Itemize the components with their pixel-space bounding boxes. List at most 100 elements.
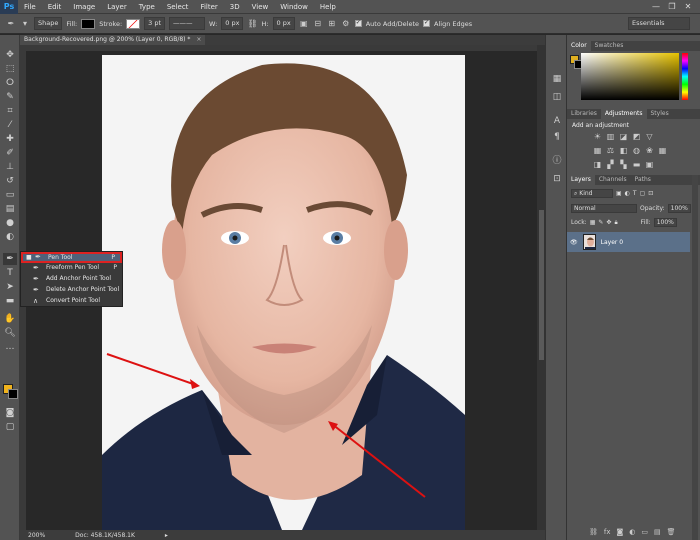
info-panel-icon[interactable]: ⓘ <box>551 155 563 167</box>
layer-style-icon[interactable]: fx <box>604 528 611 536</box>
tab-libraries[interactable]: Libraries <box>567 109 601 119</box>
arrow-jawline-left <box>106 353 197 386</box>
new-group-icon[interactable]: ▭ <box>641 528 648 536</box>
flyout-item-label: Pen Tool <box>48 254 73 261</box>
blend-mode-select[interactable]: Normal <box>571 204 637 213</box>
lock-row: Lock: ▦ ✎ ✥ 🔒︎ Fill: 100% <box>571 217 677 228</box>
levels-icon[interactable]: ▥ <box>606 132 615 141</box>
convert-point-icon: ∧ <box>33 297 39 305</box>
arrow-head-bottom <box>328 421 338 431</box>
flyout-item-label: Add Anchor Point Tool <box>46 275 112 282</box>
selective-color-icon[interactable]: ▣ <box>645 160 654 169</box>
filter-smart-icon[interactable]: ⊡ <box>648 190 653 197</box>
posterize-icon[interactable]: ▞ <box>606 160 615 169</box>
black-white-icon[interactable]: ◧ <box>619 146 628 155</box>
adjustments-title: Add an adjustment <box>572 122 630 129</box>
flyout-delete-anchor-tool[interactable]: ✒ Delete Anchor Point Tool <box>21 285 122 295</box>
add-mask-icon[interactable]: ◙ <box>617 528 624 536</box>
tab-swatches[interactable]: Swatches <box>591 41 628 51</box>
flyout-pen-tool[interactable]: ■ ✒ Pen Tool P <box>21 252 122 263</box>
opacity-label: Opacity: <box>640 205 665 212</box>
tab-paths[interactable]: Paths <box>631 175 655 185</box>
layer-kind-select[interactable]: ⌕ Kind <box>571 189 613 198</box>
flyout-item-label: Delete Anchor Point Tool <box>46 286 120 293</box>
flyout-add-anchor-tool[interactable]: ✒ Add Anchor Point Tool <box>21 274 122 284</box>
brightness-contrast-icon[interactable]: ☀ <box>593 132 602 141</box>
color-lookup-icon[interactable]: ▦ <box>658 146 667 155</box>
exposure-icon[interactable]: ◩ <box>632 132 641 141</box>
lock-move-icon[interactable]: ✥ <box>606 219 611 226</box>
adjustment-icons-row-2: ▦ ⚖ ◧ ◍ ❀ ▦ <box>593 146 667 155</box>
status-arrow-icon[interactable]: ▸ <box>165 532 168 539</box>
add-anchor-icon: ✒ <box>33 275 39 283</box>
status-bar: 200% Doc: 458.1K/458.1K ▸ <box>20 530 545 540</box>
navigator-panel-icon[interactable]: ⊡ <box>551 173 563 185</box>
tab-layers[interactable]: Layers <box>567 175 595 185</box>
filter-pixel-icon[interactable]: ▣ <box>616 190 622 197</box>
filter-adjust-icon[interactable]: ◐ <box>625 190 630 197</box>
curves-icon[interactable]: ◪ <box>619 132 628 141</box>
flyout-item-label: Convert Point Tool <box>46 297 101 304</box>
layer-filter-row: ⌕ Kind ▣ ◐ T ▢ ⊡ <box>571 188 653 199</box>
character-panel-icon[interactable]: A <box>551 115 563 127</box>
threshold-icon[interactable]: ▚ <box>619 160 628 169</box>
color-balance-icon[interactable]: ⚖ <box>606 146 615 155</box>
opacity-field[interactable]: 100% <box>667 204 691 213</box>
hue-saturation-icon[interactable]: ▦ <box>593 146 602 155</box>
new-adjustment-layer-icon[interactable]: ◐ <box>629 528 635 536</box>
properties-panel-icon[interactable]: ◫ <box>551 91 563 103</box>
layer-thumbnail <box>582 234 596 250</box>
kind-label: Kind <box>579 190 593 197</box>
freeform-pen-icon: ✒ <box>33 264 39 272</box>
pen-icon: ✒ <box>35 253 41 261</box>
zoom-level[interactable]: 200% <box>28 532 45 539</box>
filter-type-icon[interactable]: T <box>633 190 637 197</box>
channel-mixer-icon[interactable]: ❀ <box>645 146 654 155</box>
document-size: Doc: 458.1K/458.1K <box>75 531 135 539</box>
tab-styles[interactable]: Styles <box>647 109 673 119</box>
filter-shape-icon[interactable]: ▢ <box>640 190 646 197</box>
flyout-convert-point-tool[interactable]: ∧ Convert Point Tool <box>21 296 122 306</box>
tab-channels[interactable]: Channels <box>595 175 631 185</box>
lock-all-icon[interactable]: 🔒︎ <box>614 219 617 227</box>
scrollbar-thumb[interactable] <box>539 210 544 360</box>
collapsed-panels-strip: ▦ ◫ A ¶ ⓘ ⊡ <box>545 35 567 540</box>
lock-paint-icon[interactable]: ✎ <box>598 219 603 226</box>
photo-filter-icon[interactable]: ◍ <box>632 146 641 155</box>
eye-icon[interactable]: 👁︎ <box>570 239 578 246</box>
panels-scrollbar[interactable] <box>692 175 698 540</box>
right-panels: Color Swatches Libraries Adjustments Sty… <box>567 35 700 540</box>
adjustment-icons-row-1: ☀ ▥ ◪ ◩ ▽ <box>593 132 654 141</box>
paragraph-panel-icon[interactable]: ¶ <box>551 131 563 143</box>
pen-tool-flyout-menu: ■ ✒ Pen Tool P ✒ Freeform Pen Tool P ✒ A… <box>20 251 123 307</box>
flyout-shortcut: P <box>113 264 117 271</box>
fill-field[interactable]: 100% <box>653 218 677 227</box>
layers-panel-tabs: Layers Channels Paths <box>567 175 700 185</box>
color-panel-tabs: Color Swatches <box>567 41 700 51</box>
layer-name[interactable]: Layer 0 <box>601 239 623 246</box>
adjustments-panel-tabs: Libraries Adjustments Styles <box>567 109 700 119</box>
blend-row: Normal Opacity: 100% <box>571 203 691 214</box>
flyout-shortcut: P <box>111 254 115 261</box>
color-spectrum-field[interactable] <box>581 53 679 100</box>
lock-label: Lock: <box>571 219 587 226</box>
lock-transparent-icon[interactable]: ▦ <box>590 219 596 226</box>
delete-layer-icon[interactable]: 🗑︎ <box>667 528 676 536</box>
vibrance-icon[interactable]: ▽ <box>645 132 654 141</box>
delete-anchor-icon: ✒ <box>33 286 39 294</box>
link-layers-icon[interactable]: ⛓ <box>589 528 598 536</box>
tab-adjustments[interactable]: Adjustments <box>600 109 647 119</box>
flyout-freeform-pen-tool[interactable]: ✒ Freeform Pen Tool P <box>21 263 122 273</box>
history-panel-icon[interactable]: ▦ <box>551 73 563 85</box>
adjustment-icons-row-3: ◨ ▞ ▚ ▬ ▣ <box>593 160 654 169</box>
invert-icon[interactable]: ◨ <box>593 160 602 169</box>
gradient-map-icon[interactable]: ▬ <box>632 160 641 169</box>
arrow-head-left <box>190 379 200 389</box>
fill-label: Fill: <box>640 219 651 226</box>
selected-bullet-icon: ■ <box>26 254 32 261</box>
hue-slider[interactable] <box>682 53 688 100</box>
tab-color[interactable]: Color <box>567 41 591 51</box>
new-layer-icon[interactable]: ▤ <box>654 528 661 536</box>
layers-footer: ⛓ fx ◙ ◐ ▭ ▤ 🗑︎ <box>589 528 676 536</box>
layer-row[interactable]: 👁︎ Layer 0 <box>567 232 690 252</box>
